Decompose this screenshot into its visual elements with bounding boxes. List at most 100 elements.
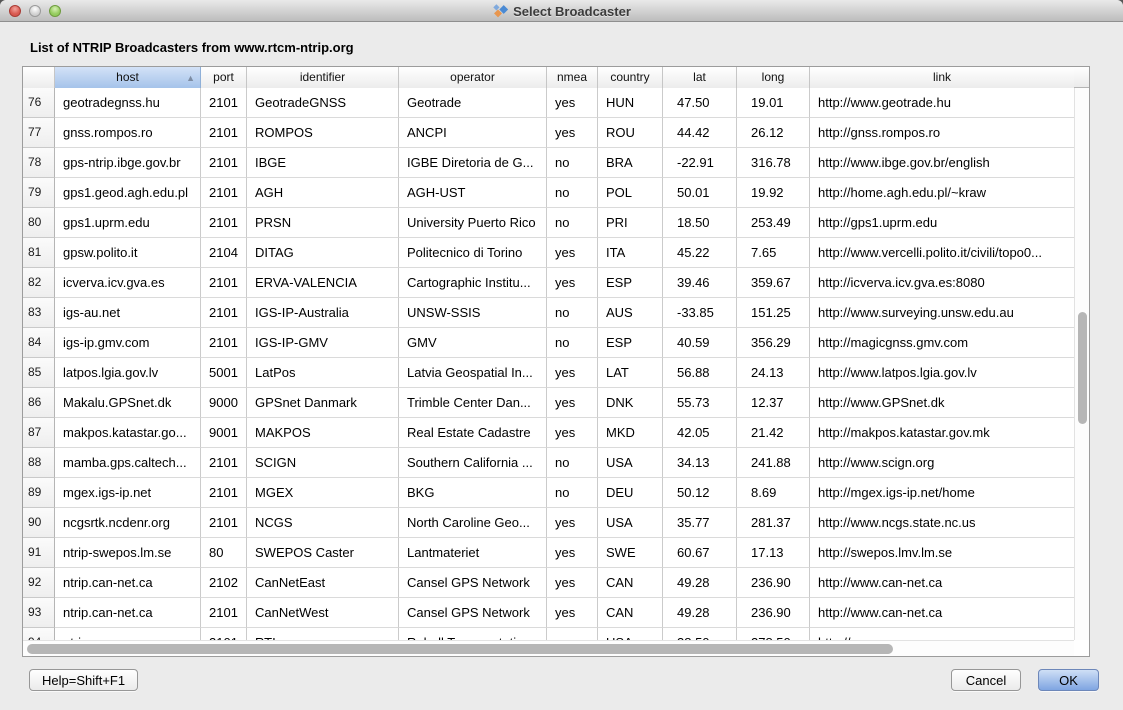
corner-header-cell: [23, 67, 55, 88]
cell-operator: Cansel GPS Network: [399, 568, 547, 598]
cell-host: igs-au.net: [55, 298, 201, 328]
cell-host: icverva.icv.gva.es: [55, 268, 201, 298]
cell-lat: 40.59: [663, 328, 737, 358]
cell-identifier: LatPos: [247, 358, 399, 388]
cell-nmea: no: [547, 298, 598, 328]
cell-lat: 44.42: [663, 118, 737, 148]
row-number-cell: 76: [23, 88, 55, 118]
vertical-scrollbar[interactable]: [1074, 88, 1089, 641]
table-row[interactable]: 92ntrip.can-net.ca2102CanNetEastCansel G…: [23, 568, 1074, 598]
cell-nmea: yes: [547, 388, 598, 418]
table-row[interactable]: 86Makalu.GPSnet.dk9000GPSnet DanmarkTrim…: [23, 388, 1074, 418]
cell-port: 2104: [201, 238, 247, 268]
row-number-cell: 81: [23, 238, 55, 268]
cell-long: 24.13: [737, 358, 810, 388]
cell-country: LAT: [598, 358, 663, 388]
cell-nmea: yes: [547, 508, 598, 538]
cell-identifier: MAKPOS: [247, 418, 399, 448]
column-header-long[interactable]: long: [737, 67, 810, 88]
cell-long: 26.12: [737, 118, 810, 148]
vertical-scrollbar-thumb[interactable]: [1078, 312, 1087, 424]
cell-port: 2101: [201, 208, 247, 238]
column-header-port[interactable]: port: [201, 67, 247, 88]
cell-operator: Latvia Geospatial In...: [399, 358, 547, 388]
cell-lat: 50.12: [663, 478, 737, 508]
cell-long: 151.25: [737, 298, 810, 328]
cell-operator: Cansel GPS Network: [399, 598, 547, 628]
cell-link: http://magicgnss.gmv.com: [810, 328, 1074, 358]
cell-link: http://gnss.rompos.ro: [810, 118, 1074, 148]
cell-nmea: yes: [547, 358, 598, 388]
table-row[interactable]: 91ntrip-swepos.lm.se80SWEPOS CasterLantm…: [23, 538, 1074, 568]
horizontal-scrollbar-thumb[interactable]: [27, 644, 893, 654]
column-header-country[interactable]: country: [598, 67, 663, 88]
horizontal-scrollbar[interactable]: [23, 640, 1074, 656]
cell-country: ESP: [598, 268, 663, 298]
cell-country: POL: [598, 178, 663, 208]
row-number-cell: 84: [23, 328, 55, 358]
bnc-app-icon: [492, 3, 508, 19]
window-titlebar[interactable]: Select Broadcaster: [0, 0, 1123, 22]
cell-host: gps1.uprm.edu: [55, 208, 201, 238]
column-header-nmea[interactable]: nmea: [547, 67, 598, 88]
column-header-lat[interactable]: lat: [663, 67, 737, 88]
row-number-cell: 89: [23, 478, 55, 508]
cell-identifier: IBGE: [247, 148, 399, 178]
cell-port: 5001: [201, 358, 247, 388]
cell-port: 2101: [201, 298, 247, 328]
cell-country: USA: [598, 508, 663, 538]
cell-link: http://www.vercelli.polito.it/civili/top…: [810, 238, 1074, 268]
table-row[interactable]: 78gps-ntrip.ibge.gov.br2101IBGEIGBE Dire…: [23, 148, 1074, 178]
cell-port: 2101: [201, 478, 247, 508]
cell-country: AUS: [598, 298, 663, 328]
cell-port: 2101: [201, 88, 247, 118]
row-number-cell: 92: [23, 568, 55, 598]
cell-host: gps-ntrip.ibge.gov.br: [55, 148, 201, 178]
cell-identifier: CanNetEast: [247, 568, 399, 598]
cell-port: 2101: [201, 148, 247, 178]
cell-port: 2101: [201, 328, 247, 358]
cell-host: mgex.igs-ip.net: [55, 478, 201, 508]
table-row[interactable]: 90ncgsrtk.ncdenr.org2101NCGSNorth Caroli…: [23, 508, 1074, 538]
table-row[interactable]: 84igs-ip.gmv.com2101IGS-IP-GMVGMVnoESP40…: [23, 328, 1074, 358]
cell-port: 2102: [201, 568, 247, 598]
sort-ascending-icon: ▲: [186, 68, 195, 88]
table-row[interactable]: 93ntrip.can-net.ca2101CanNetWestCansel G…: [23, 598, 1074, 628]
cell-identifier: PRSN: [247, 208, 399, 238]
column-header-link[interactable]: link: [810, 67, 1074, 88]
table-row[interactable]: 87makpos.katastar.go...9001MAKPOSReal Es…: [23, 418, 1074, 448]
cell-link: http://www.ibge.gov.br/english: [810, 148, 1074, 178]
table-row[interactable]: 81gpsw.polito.it2104DITAGPolitecnico di …: [23, 238, 1074, 268]
cell-country: MKD: [598, 418, 663, 448]
table-row[interactable]: 79gps1.geod.agh.edu.pl2101AGHAGH-USTnoPO…: [23, 178, 1074, 208]
table-row[interactable]: 88mamba.gps.caltech...2101SCIGNSouthern …: [23, 448, 1074, 478]
cell-long: 17.13: [737, 538, 810, 568]
table-row[interactable]: 76geotradegnss.hu2101GeotradeGNSSGeotrad…: [23, 88, 1074, 118]
help-button[interactable]: Help=Shift+F1: [29, 669, 138, 691]
cell-operator: North Caroline Geo...: [399, 508, 547, 538]
column-header-host[interactable]: host ▲: [55, 67, 201, 88]
window-title: Select Broadcaster: [513, 4, 631, 19]
cell-link: http://www.ncgs.state.nc.us: [810, 508, 1074, 538]
column-header-operator[interactable]: operator: [399, 67, 547, 88]
cell-link: http://www.latpos.lgia.gov.lv: [810, 358, 1074, 388]
cell-long: 12.37: [737, 388, 810, 418]
row-number-cell: 88: [23, 448, 55, 478]
table-row[interactable]: 77gnss.rompos.ro2101ROMPOSANCPIyesROU44.…: [23, 118, 1074, 148]
table-row[interactable]: 83igs-au.net2101IGS-IP-AustraliaUNSW-SSI…: [23, 298, 1074, 328]
cell-long: 19.01: [737, 88, 810, 118]
table-row[interactable]: 80gps1.uprm.edu2101PRSNUniversity Puerto…: [23, 208, 1074, 238]
cell-country: PRI: [598, 208, 663, 238]
cell-identifier: CanNetWest: [247, 598, 399, 628]
cancel-button[interactable]: Cancel: [951, 669, 1021, 691]
ok-button[interactable]: OK: [1038, 669, 1099, 691]
cell-port: 2101: [201, 178, 247, 208]
cell-operator: GMV: [399, 328, 547, 358]
table-row[interactable]: 82icverva.icv.gva.es2101ERVA-VALENCIACar…: [23, 268, 1074, 298]
table-row[interactable]: 89mgex.igs-ip.net2101MGEXBKGnoDEU50.128.…: [23, 478, 1074, 508]
cell-port: 9000: [201, 388, 247, 418]
table-row[interactable]: 85latpos.lgia.gov.lv5001LatPosLatvia Geo…: [23, 358, 1074, 388]
cell-nmea: yes: [547, 568, 598, 598]
cell-nmea: yes: [547, 418, 598, 448]
column-header-identifier[interactable]: identifier: [247, 67, 399, 88]
